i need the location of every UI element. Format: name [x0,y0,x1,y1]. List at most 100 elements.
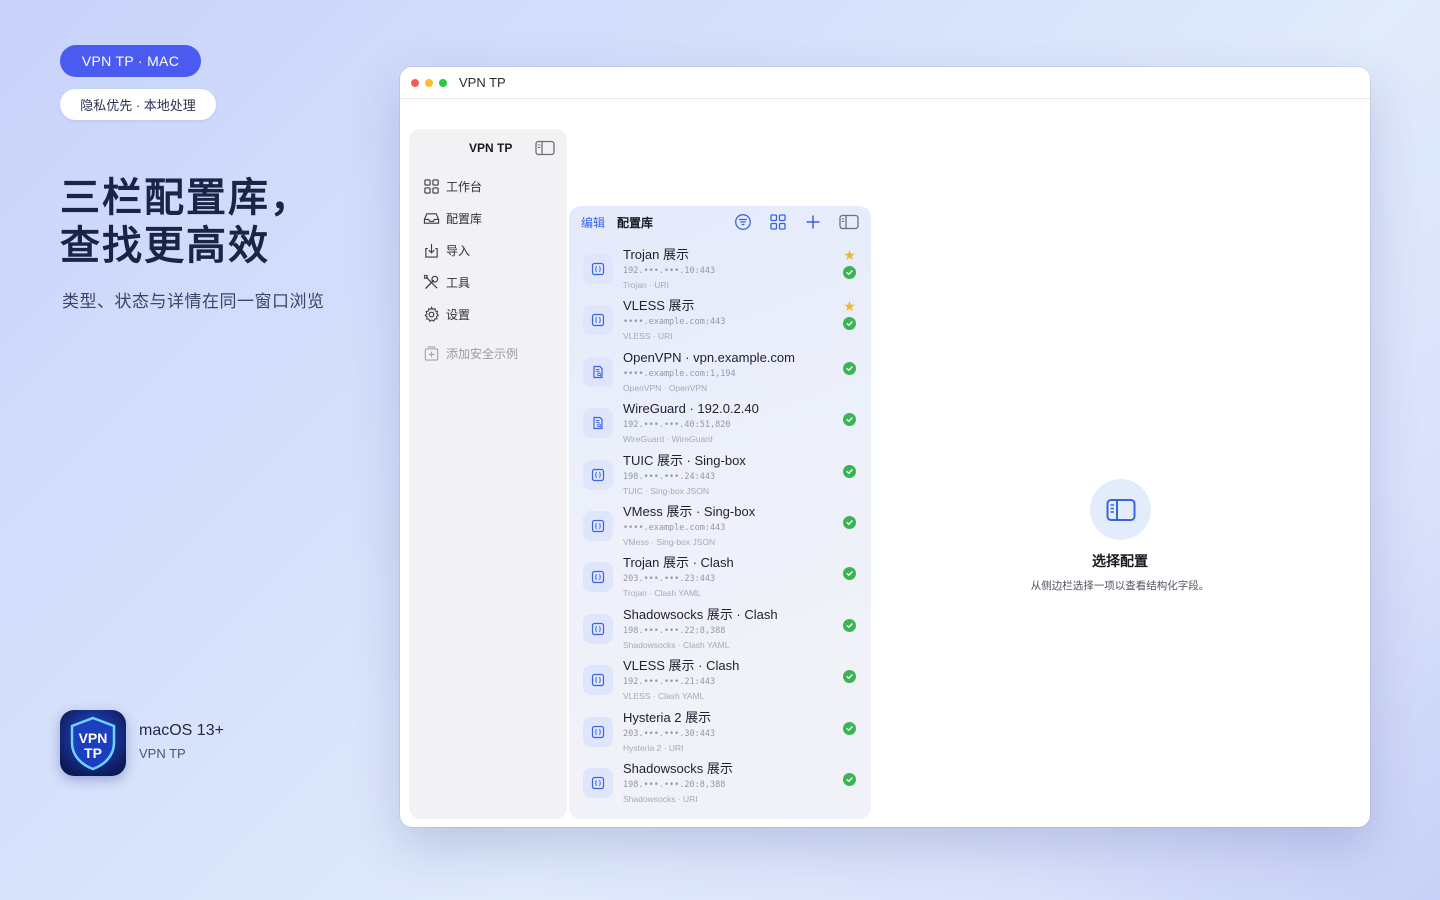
detail-title: 选择配置 [1092,553,1148,569]
zoom-button[interactable] [439,78,447,87]
config-type-icon [583,408,613,439]
sidebar-item-workbench[interactable]: 工作台 [409,170,567,202]
import-icon [425,243,438,258]
status-badges [843,670,856,684]
plus-icon[interactable] [804,213,822,231]
status-ok-icon [843,721,856,735]
config-name: Shadowsocks 展示 · Clash [623,606,778,622]
tools-icon [423,274,439,289]
status-badges [843,618,856,632]
config-type-icon [583,613,613,644]
list-item-text: VLESS 展示 ••••.example.com:443 VLESS · URI [623,297,857,342]
check-icon [846,417,853,423]
config-list-panel: 编辑 配置库 Trojan 展示 192.•••.•••.10:443 Troj… [569,206,871,819]
braces-doc-icon [591,674,605,687]
headline-line-2: 查找更高效 [60,224,270,268]
braces-doc-icon [591,725,605,738]
list-item[interactable]: WireGuard · 192.0.2.40 192.•••.•••.40:51,… [569,396,871,447]
list-item[interactable]: Hysteria 2 展示 203.•••.•••.30:443 Hysteria … [569,705,871,756]
status-badges [843,361,856,375]
sidebar-item-settings[interactable]: 设置 [409,298,567,330]
braces-doc-icon [591,776,605,790]
star-icon[interactable]: ★ [843,299,856,313]
config-address: 198.•••.•••.20:8,388 [623,779,726,790]
inspector-toggle-icon[interactable] [839,214,859,230]
config-address: 203.•••.•••.30:443 [623,728,716,739]
app-icon-text-bottom: TP [84,745,102,761]
config-name: VLESS 展示 · Clash [623,658,740,674]
braces-doc-icon [591,468,605,481]
list-item[interactable]: Trojan 展示 · Clash 203.•••.•••.23:443 Troja… [569,550,871,601]
doc-search-icon [593,365,603,378]
star-icon[interactable]: ★ [843,248,856,262]
status-ok-icon [843,413,856,427]
list-item-text: Shadowsocks 展示 198.•••.•••.20:8,388 Shadow… [623,760,857,805]
config-meta: Trojan · Clash YAML [623,588,701,599]
status-badges [843,464,856,478]
config-meta: Hysteria 2 · URI [623,742,684,753]
config-name: VMess 展示 · Sing-box [623,503,756,519]
grid-icon [424,178,439,194]
status-ok-icon [843,515,856,529]
close-button[interactable] [411,78,419,87]
sidebar-item-add-sample[interactable]: 添加安全示例 [409,337,567,369]
status-badges [843,772,856,786]
list-item-text: Hysteria 2 展示 203.•••.•••.30:443 Hysteria … [623,709,857,754]
check-icon [846,321,853,327]
sidebar-item-label: 工作台 [446,179,483,194]
config-address: 192.•••.•••.10:443 [623,266,716,276]
sidebar-item-library[interactable]: 配置库 [409,202,567,234]
doc-search-icon [593,417,603,430]
sidebar-icon [1106,498,1135,521]
list-toolbar: 编辑 配置库 [569,206,871,238]
list-item[interactable]: Trojan 展示 192.•••.•••.10:443 Trojan · URI ★ [569,242,871,293]
status-ok-icon [843,266,856,279]
list-item-text: OpenVPN · vpn.example.com ••••.example.co… [623,349,857,394]
edit-button[interactable]: 编辑 [581,214,605,231]
sidebar-title: VPN TP [469,141,513,155]
check-icon [846,725,853,731]
detail-subtitle: 从侧边栏选择一项以查看结构化字段。 [1030,580,1210,592]
check-icon [846,674,853,680]
shield-icon: VPN TP [70,716,116,771]
list-item[interactable]: OpenVPN · vpn.example.com ••••.example.co… [569,345,871,396]
config-type-icon [583,562,613,593]
config-meta: Trojan · URI [623,280,669,290]
filter-icon[interactable] [734,213,752,231]
config-type-icon [583,356,613,387]
sidebar-item-label: 添加安全示例 [446,346,519,361]
list-item[interactable]: VLESS 展示 ••••.example.com:443 VLESS · URI ★ [569,293,871,344]
braces-doc-icon [591,314,605,327]
config-type-icon [583,665,613,696]
privacy-badge: 隐私优先 · 本地处理 [60,89,216,120]
sidebar-item-label: 配置库 [446,211,483,226]
app-subtitle: VPN TP [139,746,186,761]
config-meta: VLESS · Clash YAML [623,691,705,702]
config-address: 198.•••.•••.22:8,388 [623,625,726,636]
config-type-icon [583,305,613,336]
sidebar-item-label: 设置 [446,307,471,322]
list-item[interactable]: VLESS 展示 · Clash 192.•••.•••.21:443 VLESS … [569,653,871,704]
sidebar-item-import[interactable]: 导入 [409,234,567,266]
list-item[interactable]: Shadowsocks 展示 · Clash 198.•••.•••.22:8,3… [569,602,871,653]
headline: 三栏配置库， 查找更高效 [60,174,312,270]
list-title: 配置库 [617,215,654,230]
list-item[interactable]: TUIC 展示 · Sing-box 198.•••.•••.24:443 TUIC… [569,448,871,499]
minimize-button[interactable] [425,78,433,87]
sidebar-item-tools[interactable]: 工具 [409,266,567,298]
window-title: VPN TP [459,75,506,90]
subline: 类型、状态与详情在同一窗口浏览 [62,292,325,311]
sidebar-header: VPN TP [409,132,567,164]
list-item[interactable]: VMess 展示 · Sing-box ••••.example.com:443 V… [569,499,871,550]
config-meta: VLESS · URI [623,331,673,342]
config-address: 192.•••.•••.21:443 [623,677,716,688]
status-badges: ★ [843,248,856,279]
sidebar-toggle-icon[interactable] [535,140,555,156]
list-item-text: WireGuard · 192.0.2.40 192.•••.•••.40:51,… [623,400,857,445]
grid-view-icon[interactable] [769,213,787,231]
status-ok-icon [843,361,856,375]
list-item[interactable]: Shadowsocks 展示 198.•••.•••.20:8,388 Shadow… [569,756,871,807]
status-badges [843,413,856,427]
braces-doc-icon [591,262,605,276]
tray-icon [423,212,440,224]
